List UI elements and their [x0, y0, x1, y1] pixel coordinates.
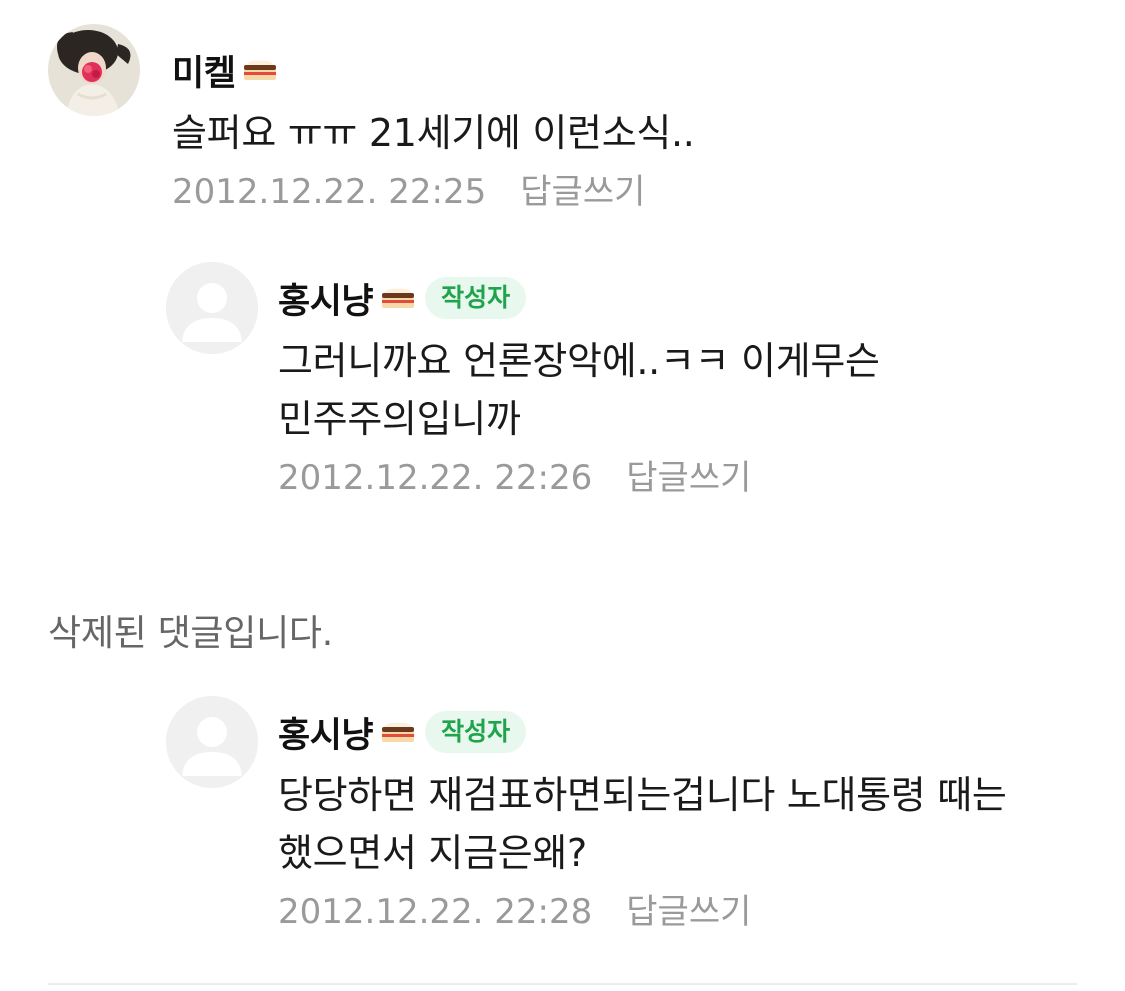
author-badge: 작성자: [425, 710, 527, 754]
cake-level-icon: [243, 59, 277, 81]
author-badge: 작성자: [425, 276, 527, 320]
comment-timestamp: 2012.12.22. 22:28: [278, 892, 593, 932]
comment-timestamp: 2012.12.22. 22:25: [172, 172, 487, 212]
avatar[interactable]: [166, 262, 258, 354]
avatar[interactable]: [166, 696, 258, 788]
default-profile-icon: [166, 696, 258, 788]
comment-text: 슬퍼요 ㅠㅠ 21세기에 이런소식..: [172, 111, 695, 155]
comment-text: 당당하면 재검표하면되는겁니다 노대통령 때는 했으면서 지금은왜?: [278, 773, 1007, 875]
user-photo-icon: [48, 24, 140, 116]
comment-timestamp: 2012.12.22. 22:26: [278, 458, 593, 498]
default-profile-icon: [166, 262, 258, 354]
cake-level-icon: [381, 287, 415, 309]
reply-button[interactable]: 답글쓰기: [626, 452, 751, 504]
comment-text: 그러니까요 언론장악에..ㅋㅋ 이게무슨 민주주의입니까: [278, 339, 880, 441]
divider: [48, 983, 1077, 985]
avatar[interactable]: [48, 24, 140, 116]
reply-button[interactable]: 답글쓰기: [520, 166, 645, 218]
comment-author-name[interactable]: 미켈: [172, 45, 236, 96]
reply-button[interactable]: 답글쓰기: [626, 886, 751, 938]
comment-author-name[interactable]: 홍시냥: [278, 707, 374, 758]
comment-author-name[interactable]: 홍시냥: [278, 273, 374, 324]
cake-level-icon: [381, 721, 415, 743]
deleted-comment-notice: 삭제된 댓글입니다.: [48, 613, 333, 654]
